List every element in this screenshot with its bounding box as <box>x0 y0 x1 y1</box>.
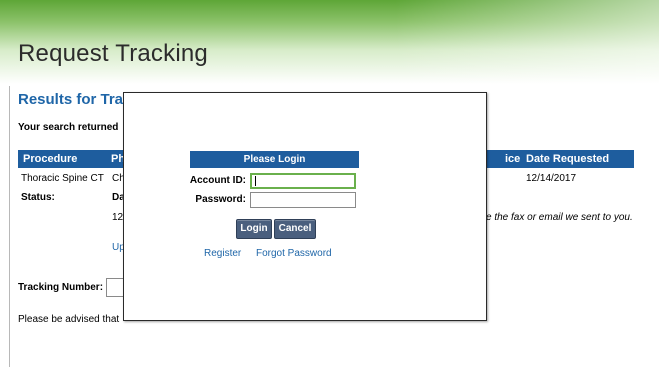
register-link[interactable]: Register <box>204 248 241 259</box>
search-summary: Your search returned <box>18 122 119 133</box>
text-caret <box>255 176 256 186</box>
page-border <box>9 86 10 367</box>
status-detail: 12 <box>112 212 124 223</box>
column-date-requested: Date Requested <box>526 153 610 165</box>
cancel-button[interactable]: Cancel <box>274 219 316 239</box>
cell-date-requested: 12/14/2017 <box>526 173 577 184</box>
login-modal: Please Login Account ID: Password: Login… <box>123 92 487 321</box>
account-id-input[interactable] <box>250 173 356 189</box>
column-procedure: Procedure <box>23 153 78 165</box>
login-header: Please Login <box>190 151 359 168</box>
column-service: ice <box>505 153 521 165</box>
results-heading: Results for Trac <box>18 91 132 108</box>
tracking-number-label: Tracking Number: <box>18 282 104 293</box>
login-button[interactable]: Login <box>236 219 272 239</box>
status-label: Status: <box>21 192 55 203</box>
account-id-label: Account ID: <box>189 175 246 186</box>
advisory-text: Please be advised that <box>18 314 120 325</box>
cell-procedure: Thoracic Spine CT <box>21 173 104 184</box>
status-note: e the fax or email we sent to you. <box>486 212 633 223</box>
password-label: Password: <box>195 194 246 205</box>
page-title: Request Tracking <box>18 40 208 67</box>
password-input[interactable] <box>250 192 356 208</box>
forgot-password-link[interactable]: Forgot Password <box>256 248 332 259</box>
